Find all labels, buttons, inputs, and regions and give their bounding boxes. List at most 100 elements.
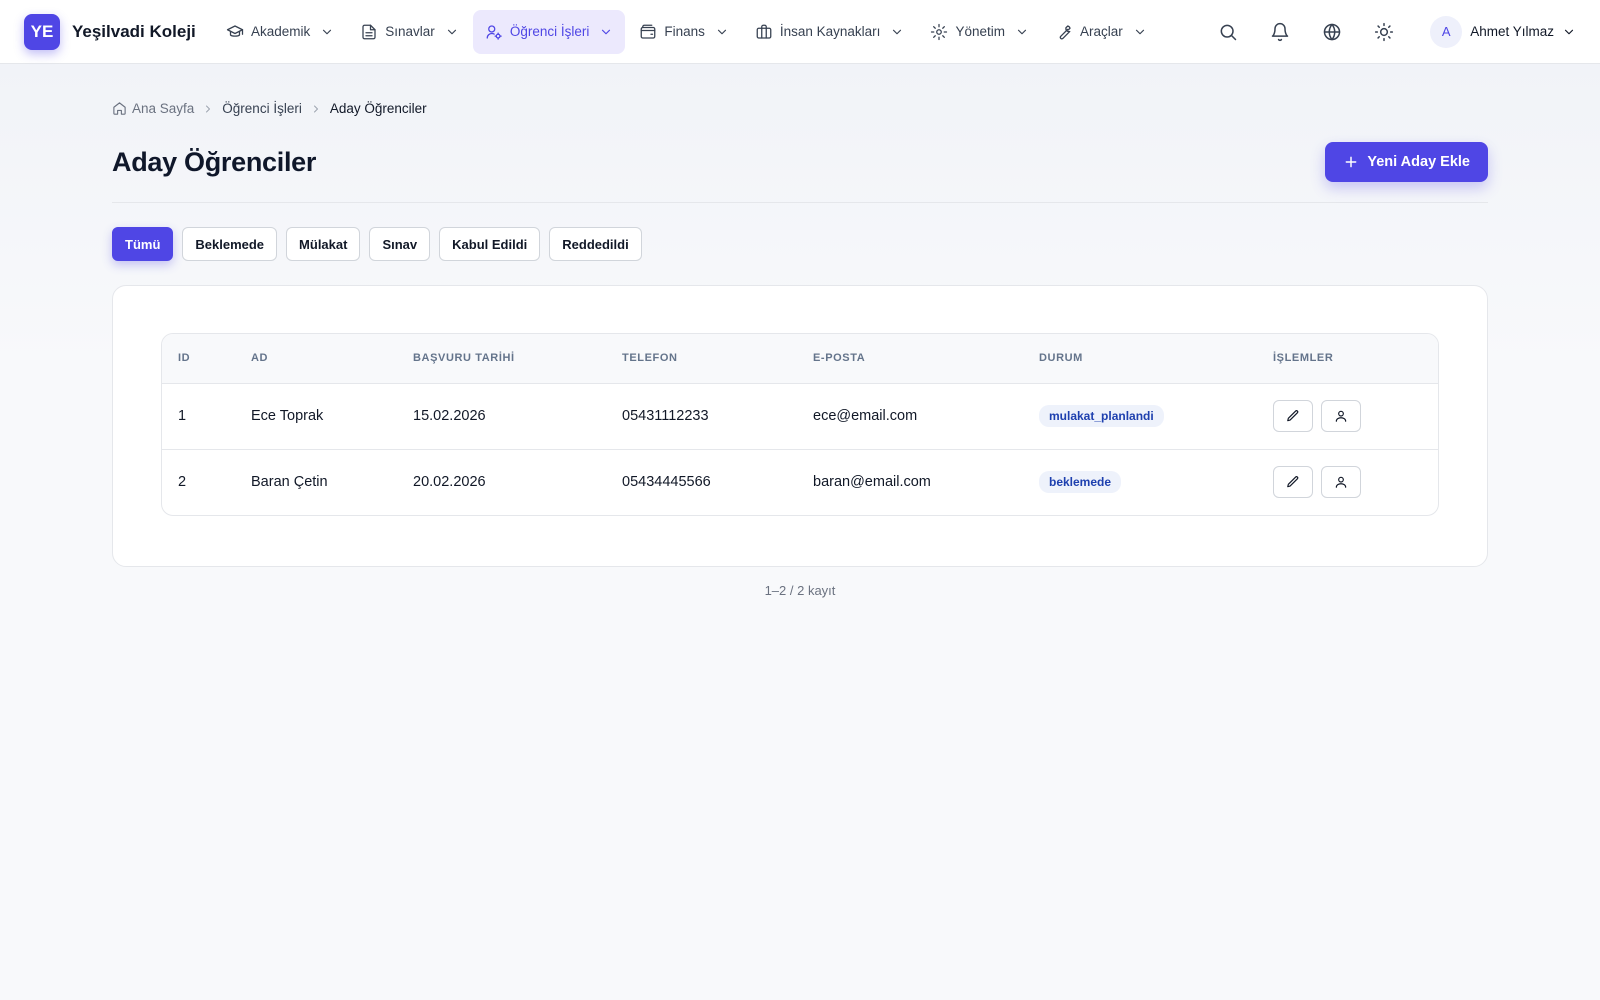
table-header-row: ID AD BAŞVURU TARİHİ TELEFON E-POSTA DUR… bbox=[162, 334, 1438, 384]
plus-icon bbox=[1345, 156, 1357, 168]
status-badge: beklemede bbox=[1039, 471, 1122, 494]
notifications-button[interactable] bbox=[1260, 12, 1300, 52]
breadcrumb-home[interactable]: Ana Sayfa bbox=[112, 101, 194, 116]
pencil-icon bbox=[1287, 410, 1299, 422]
user-icon bbox=[1335, 477, 1347, 489]
chevron-down-icon bbox=[890, 25, 904, 39]
chevron-down-icon bbox=[445, 25, 459, 39]
nav-item-finans[interactable]: Finans bbox=[627, 10, 741, 54]
column-header-id[interactable]: ID bbox=[162, 334, 235, 384]
nav-item-sinavlar[interactable]: Sınavlar bbox=[348, 10, 471, 54]
view-profile-button[interactable] bbox=[1321, 466, 1361, 499]
table-wrapper: ID AD BAŞVURU TARİHİ TELEFON E-POSTA DUR… bbox=[161, 333, 1439, 516]
page-header: Aday Öğrenciler Yeni Aday Ekle bbox=[112, 142, 1488, 182]
column-header-e-posta[interactable]: E-POSTA bbox=[797, 334, 1023, 384]
chevron-down-icon bbox=[320, 25, 334, 39]
filter-kabul-edildi[interactable]: Kabul Edildi bbox=[439, 227, 541, 261]
cell-phone: 05431112233 bbox=[622, 408, 709, 424]
cell-actions bbox=[1257, 448, 1438, 515]
nav-item-label: Finans bbox=[664, 24, 705, 39]
breadcrumb: Ana Sayfa Öğrenci İşleri Aday Öğrenciler bbox=[112, 101, 1488, 116]
status-badge: mulakat_planlandi bbox=[1039, 405, 1164, 427]
nav-item-label: Akademik bbox=[251, 24, 311, 39]
add-candidate-button[interactable]: Yeni Aday Ekle bbox=[1325, 142, 1488, 182]
graduation-cap-icon bbox=[226, 23, 244, 41]
cell-actions bbox=[1257, 383, 1438, 449]
cell-status: mulakat_planlandi bbox=[1023, 383, 1257, 449]
cell-date: 20.02.2026 bbox=[397, 448, 606, 515]
nav-item-label: İnsan Kaynakları bbox=[779, 24, 881, 39]
top-navbar: YE Yeşilvadi Koleji Akademik Sınavlar Öğ… bbox=[0, 0, 1600, 64]
candidates-table: ID AD BAŞVURU TARİHİ TELEFON E-POSTA DUR… bbox=[162, 334, 1438, 515]
column-header-ad[interactable]: AD bbox=[235, 334, 397, 384]
nav-item-label: Yönetim bbox=[955, 24, 1005, 39]
add-candidate-label: Yeni Aday Ekle bbox=[1367, 154, 1470, 170]
main-content: Ana Sayfa Öğrenci İşleri Aday Öğrenciler… bbox=[112, 64, 1488, 598]
cell-phone: 05434445566 bbox=[606, 448, 797, 515]
breadcrumb-section[interactable]: Öğrenci İşleri bbox=[222, 101, 302, 116]
table-card: ID AD BAŞVURU TARİHİ TELEFON E-POSTA DUR… bbox=[112, 285, 1488, 567]
wallet-icon bbox=[639, 23, 657, 41]
filter-tumu[interactable]: Tümü bbox=[112, 227, 174, 261]
gear-icon bbox=[930, 23, 948, 41]
column-header-durum[interactable]: DURUM bbox=[1023, 334, 1257, 384]
table-row: 2 Baran Çetin 20.02.2026 05434445566 bar… bbox=[162, 448, 1438, 515]
theme-toggle-button[interactable] bbox=[1364, 12, 1404, 52]
filter-sinav[interactable]: Sınav bbox=[369, 227, 431, 261]
chevron-right-icon bbox=[202, 103, 214, 115]
nav-item-insan-kaynaklari[interactable]: İnsan Kaynakları bbox=[743, 10, 917, 54]
column-header-basvuru-tarihi[interactable]: BAŞVURU TARİHİ bbox=[397, 334, 606, 384]
row-actions bbox=[1273, 400, 1438, 432]
language-button[interactable] bbox=[1312, 12, 1352, 52]
nav-item-ogrenci-isleri[interactable]: Öğrenci İşleri bbox=[472, 9, 626, 54]
chevron-down-icon bbox=[715, 25, 729, 39]
view-profile-button[interactable] bbox=[1321, 400, 1361, 432]
cell-email: ece@email.com bbox=[813, 408, 918, 424]
cell-name: Baran Çetin bbox=[235, 448, 397, 515]
filter-mulakat[interactable]: Mülakat bbox=[286, 227, 361, 261]
nav-item-yonetim[interactable]: Yönetim bbox=[918, 10, 1041, 54]
table-row: 1 Ece Toprak 15.02.2026 05431112233 ece@… bbox=[162, 383, 1438, 449]
brand-logo[interactable]: YE bbox=[24, 13, 60, 50]
wrench-icon bbox=[1055, 23, 1073, 41]
cell-id: 2 bbox=[162, 448, 235, 515]
avatar[interactable]: A bbox=[1430, 15, 1463, 48]
chevron-down-icon bbox=[1015, 25, 1029, 39]
chevron-down-icon bbox=[599, 25, 613, 39]
topbar-tools: A Ahmet Yılmaz bbox=[1196, 12, 1576, 52]
user-name: Ahmet Yılmaz bbox=[1470, 24, 1554, 39]
nav-item-akademik[interactable]: Akademik bbox=[214, 10, 346, 54]
main-nav: Akademik Sınavlar Öğrenci İşleri Finans bbox=[214, 9, 1159, 54]
edit-button[interactable] bbox=[1273, 466, 1313, 499]
brand-name[interactable]: Yeşilvadi Koleji bbox=[72, 22, 196, 42]
chevron-right-icon bbox=[310, 103, 322, 115]
nav-item-label: Öğrenci İşleri bbox=[509, 24, 590, 39]
column-header-islemler: İŞLEMLER bbox=[1257, 334, 1438, 384]
user-menu[interactable]: A Ahmet Yılmaz bbox=[1430, 15, 1576, 48]
row-actions bbox=[1273, 466, 1438, 499]
nav-item-araclar[interactable]: Araçlar bbox=[1043, 10, 1159, 54]
cell-status: beklemede bbox=[1023, 448, 1257, 515]
edit-button[interactable] bbox=[1273, 400, 1313, 432]
cell-email: baran@email.com bbox=[797, 448, 1023, 515]
globe-icon bbox=[1323, 23, 1341, 41]
divider bbox=[112, 202, 1488, 203]
chevron-down-icon bbox=[1562, 25, 1576, 39]
nav-item-label: Araçlar bbox=[1079, 24, 1123, 39]
pencil-icon bbox=[1287, 476, 1299, 488]
page-title: Aday Öğrenciler bbox=[112, 146, 317, 177]
cell-id: 1 bbox=[178, 408, 187, 424]
sun-icon bbox=[1375, 22, 1394, 41]
brand[interactable]: YE Yeşilvadi Koleji bbox=[24, 13, 214, 50]
search-button[interactable] bbox=[1208, 12, 1248, 52]
user-icon bbox=[1335, 410, 1347, 422]
user-cog-icon bbox=[485, 23, 503, 41]
briefcase-icon bbox=[755, 23, 773, 41]
filter-beklemede[interactable]: Beklemede bbox=[182, 227, 278, 261]
record-count: 1–2 / 2 kayıt bbox=[764, 583, 836, 598]
cell-date: 15.02.2026 bbox=[413, 408, 486, 424]
filter-reddedildi[interactable]: Reddedildi bbox=[549, 227, 642, 261]
column-header-telefon[interactable]: TELEFON bbox=[606, 334, 797, 384]
bell-icon bbox=[1271, 22, 1289, 41]
cell-name: Ece Toprak bbox=[251, 408, 324, 424]
